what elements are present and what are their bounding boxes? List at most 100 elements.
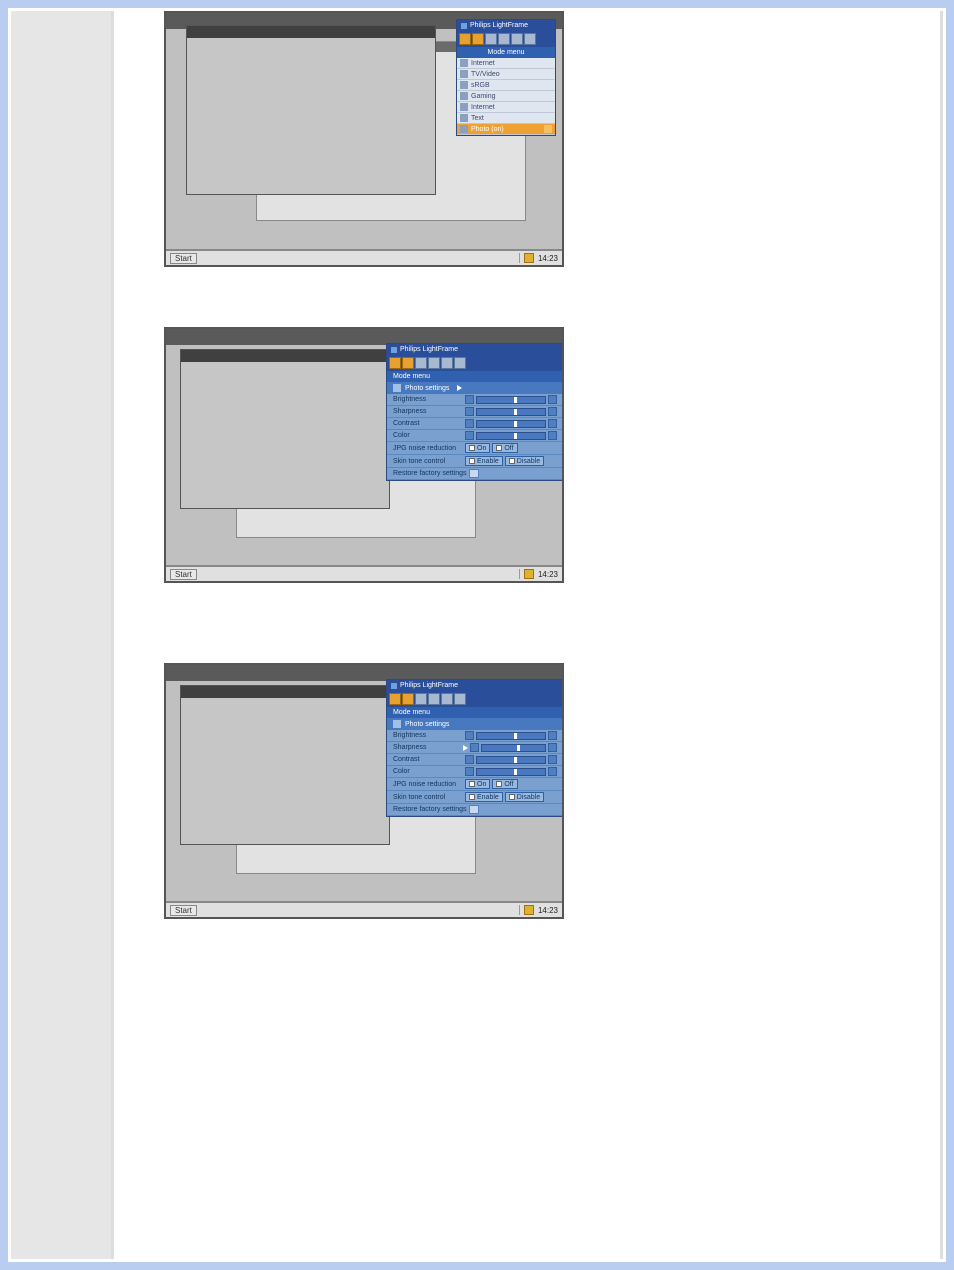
color-slider[interactable] [476,768,546,776]
desktop-1: Philips LightFrame Mode menu [164,11,564,267]
restore-button[interactable] [469,469,479,478]
skin-disable-option[interactable]: Disable [505,456,544,466]
system-tray: 14:23 [519,253,558,263]
content: Philips LightFrame Mode menu [111,11,943,1259]
settings-body: Brightness Sharpness Contrast [387,394,562,480]
lightframe-panel[interactable]: Philips LightFrame Mode menu [456,19,556,136]
increase-button[interactable] [548,731,557,740]
mode-item-srgb[interactable]: sRGB [457,80,555,91]
increase-button[interactable] [548,431,557,440]
checkbox-disable-icon [509,458,515,464]
decrease-button[interactable] [465,767,474,776]
row-jpg-noise: JPG noise reduction On Off [387,778,562,791]
tool-btn-1[interactable] [389,693,401,705]
tool-btn-4[interactable] [428,357,440,369]
start-button[interactable]: Start [170,253,197,264]
decrease-button[interactable] [465,755,474,764]
increase-button[interactable] [548,395,557,404]
tray-icon[interactable] [524,569,534,579]
tool-btn-6[interactable] [454,357,466,369]
system-tray: 14:23 [519,569,558,579]
tool-btn-5[interactable] [441,693,453,705]
panel-toolbar [387,691,562,707]
tool-btn-4[interactable] [498,33,510,45]
decrease-button[interactable] [465,431,474,440]
tray-icon[interactable] [524,905,534,915]
mode-item-internet2[interactable]: Internet [457,102,555,113]
panel-titlebar[interactable]: Philips LightFrame [387,344,562,355]
tv-icon [460,70,468,78]
panel-title-text: Philips LightFrame [470,22,528,29]
panel-toolbar [457,31,555,47]
panel-titlebar[interactable]: Philips LightFrame [387,680,562,691]
panel-titlebar[interactable]: Philips LightFrame [457,20,555,31]
internet-icon [460,59,468,67]
decrease-button[interactable] [465,419,474,428]
mode-item-gaming[interactable]: Gaming [457,91,555,102]
tool-btn-3[interactable] [415,357,427,369]
lightframe-settings-panel[interactable]: Philips LightFrame Mode menu [386,343,562,481]
jpg-off-option[interactable]: Off [492,443,517,453]
tool-btn-1[interactable] [389,357,401,369]
tool-btn-2[interactable] [402,693,414,705]
mode-list: Internet TV/Video sRGB Gaming Internet T… [457,58,555,135]
jpg-off-option[interactable]: Off [492,779,517,789]
mode-menu-header[interactable]: Mode menu [387,707,562,718]
increase-button[interactable] [548,767,557,776]
decrease-button[interactable] [465,731,474,740]
brightness-slider[interactable] [476,396,546,404]
restore-button[interactable] [469,805,479,814]
panel-title-text: Philips LightFrame [400,682,458,689]
decrease-button[interactable] [465,407,474,416]
jpg-on-option[interactable]: On [465,443,490,453]
tool-btn-1[interactable] [459,33,471,45]
mode-item-internet[interactable]: Internet [457,58,555,69]
photo-settings-header[interactable]: Photo settings [387,718,562,730]
sharpness-slider[interactable] [481,744,546,752]
checkbox-on-icon [469,781,475,787]
cursor-icon [457,385,462,391]
mode-item-photo[interactable]: Photo (on) [457,124,555,135]
sharpness-slider[interactable] [476,408,546,416]
increase-button[interactable] [548,755,557,764]
increase-button[interactable] [548,419,557,428]
mode-item-text[interactable]: Text [457,113,555,124]
tray-icon[interactable] [524,253,534,263]
tool-btn-4[interactable] [428,693,440,705]
start-button[interactable]: Start [170,905,197,916]
tool-btn-3[interactable] [415,693,427,705]
app-icon [461,23,467,29]
tool-btn-3[interactable] [485,33,497,45]
taskbar-1: Start 14:23 [166,249,562,265]
contrast-slider[interactable] [476,756,546,764]
increase-button[interactable] [548,743,557,752]
cursor-icon [463,745,468,751]
skin-enable-option[interactable]: Enable [465,456,503,466]
photo-settings-icon [393,384,401,392]
contrast-slider[interactable] [476,420,546,428]
lightframe-settings-panel[interactable]: Philips LightFrame Mode menu [386,679,562,817]
skin-enable-option[interactable]: Enable [465,792,503,802]
mode-menu-header[interactable]: Mode menu [387,371,562,382]
mode-item-tvvideo[interactable]: TV/Video [457,69,555,80]
increase-button[interactable] [548,407,557,416]
start-button[interactable]: Start [170,569,197,580]
brightness-slider[interactable] [476,732,546,740]
jpg-on-option[interactable]: On [465,779,490,789]
tool-btn-5[interactable] [511,33,523,45]
checkbox-enable-icon [469,794,475,800]
screenshot-1: Philips LightFrame Mode menu [164,11,890,267]
row-brightness: Brightness [387,730,562,742]
checkbox-enable-icon [469,458,475,464]
tool-btn-2[interactable] [402,357,414,369]
tool-btn-6[interactable] [454,693,466,705]
tool-btn-6[interactable] [524,33,536,45]
color-slider[interactable] [476,432,546,440]
decrease-button[interactable] [470,743,479,752]
tool-btn-5[interactable] [441,357,453,369]
photo-settings-header[interactable]: Photo settings [387,382,562,394]
decrease-button[interactable] [465,395,474,404]
left-margin [11,11,111,1259]
tool-btn-2[interactable] [472,33,484,45]
skin-disable-option[interactable]: Disable [505,792,544,802]
